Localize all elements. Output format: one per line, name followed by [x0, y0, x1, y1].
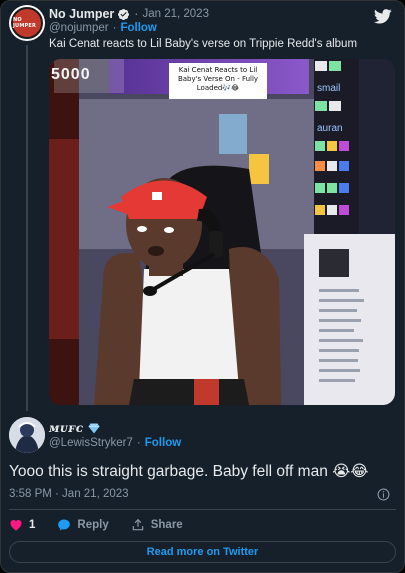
reply-button[interactable]: Reply: [57, 518, 109, 532]
action-divider: [9, 509, 396, 510]
tweet-text: Kai Cenat reacts to Lil Baby's verse on …: [49, 38, 358, 50]
share-button[interactable]: Share: [131, 518, 183, 532]
share-arrow-icon: [132, 518, 143, 531]
separator-dot: ·: [136, 437, 141, 449]
nojumper-logo: NO JUMPER: [11, 7, 43, 39]
like-button[interactable]: 1: [9, 518, 35, 532]
reply-follow-button[interactable]: Follow: [145, 437, 181, 449]
verified-badge-icon: [118, 8, 130, 20]
author-name[interactable]: No Jumper: [49, 7, 114, 21]
speech-bubble-icon: [58, 519, 71, 531]
video-frame-illustration: [49, 59, 395, 405]
reply-avatar-image: [9, 417, 45, 453]
reply-timestamp[interactable]: 3:58 PM · Jan 21, 2023: [9, 488, 129, 500]
reply-author-avatar[interactable]: [9, 417, 45, 453]
tweet-author-row: No Jumper · Jan 21, 2023: [49, 6, 209, 22]
reply-author-row: ᴍᴜꜰᴄ: [49, 420, 100, 436]
reply-author-name[interactable]: ᴍᴜꜰᴄ: [49, 421, 84, 435]
share-label: Share: [150, 519, 183, 531]
action-bar: 1 Reply Share: [9, 517, 205, 533]
thread-connector-line: [26, 45, 28, 411]
nojumper-logo-text: NO JUMPER: [13, 17, 37, 29]
reply-text: Yooo this is straight garbage. Baby fell…: [9, 463, 369, 480]
info-icon[interactable]: [377, 488, 390, 501]
tweet-date[interactable]: Jan 21, 2023: [142, 8, 209, 20]
like-count: 1: [29, 519, 36, 531]
chat-line-2: auran: [317, 123, 343, 134]
read-more-button[interactable]: Read more on Twitter: [9, 541, 396, 563]
tweet-embed-card: NO JUMPER No Jumper · Jan 21, 2023 @noju…: [0, 0, 405, 573]
chat-line-1: smail: [317, 83, 341, 94]
heart-icon: [10, 520, 22, 531]
nojumper-avatar[interactable]: NO JUMPER: [9, 5, 45, 41]
blue-diamond-icon: [88, 422, 100, 433]
video-overlay-caption: Kai Cenat Reacts to Lil Baby's Verse On …: [177, 66, 259, 92]
twitter-bird-icon[interactable]: [374, 9, 392, 24]
tweet-handle-row: @nojumper · Follow: [49, 22, 157, 34]
follow-button[interactable]: Follow: [120, 22, 156, 34]
reply-label: Reply: [77, 519, 109, 531]
tweet-video-thumbnail[interactable]: 5000 Kai Cenat Reacts to Lil Baby's Vers…: [49, 59, 395, 405]
separator-dot: ·: [112, 22, 117, 34]
separator-dot: ·: [134, 7, 139, 21]
sign-text: 5000: [51, 66, 91, 83]
reply-author-handle[interactable]: @LewisStryker7: [49, 437, 133, 449]
author-handle[interactable]: @nojumper: [49, 22, 109, 34]
reply-handle-row: @LewisStryker7 · Follow: [49, 437, 181, 449]
